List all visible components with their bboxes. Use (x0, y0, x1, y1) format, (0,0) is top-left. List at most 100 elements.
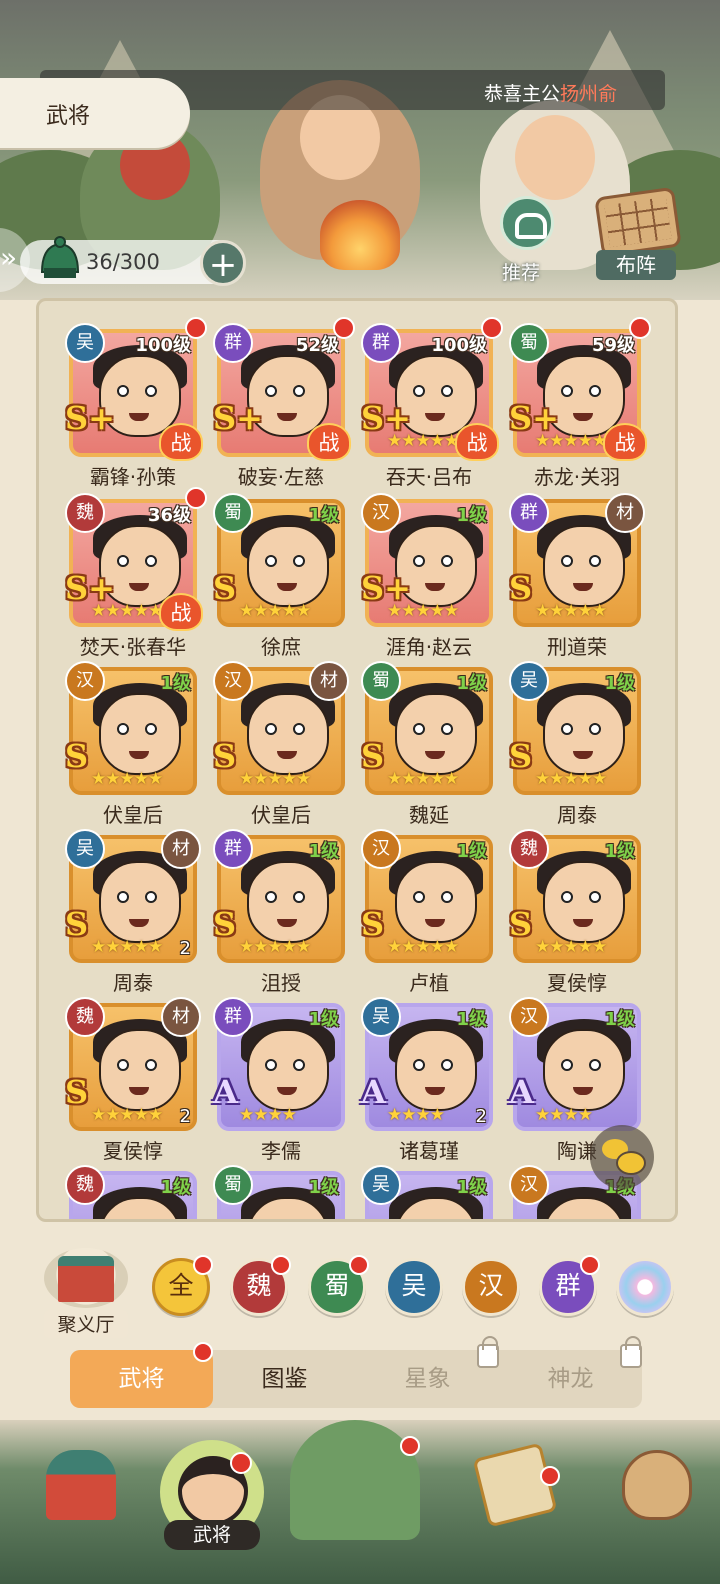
hall-building-icon (58, 1256, 114, 1302)
add-capacity-button[interactable]: + (200, 240, 246, 286)
faction-badge: 魏 (65, 1165, 105, 1205)
tab-0[interactable]: 武将 (70, 1342, 213, 1408)
faction-badge: 吴 (65, 829, 105, 869)
hero-list-panel[interactable]: 吴 100级 S+ 战霸锋·孙策群 52级 S+ 战破妄·左慈群 100级 S+ ★★★★★ 战吞天… (36, 298, 678, 1222)
hall-button[interactable]: 聚义厅 (40, 1240, 132, 1340)
hero-card[interactable]: 魏1级A (65, 1165, 197, 1219)
faction-badge: 汉 (213, 661, 253, 701)
hero-card[interactable]: 吴1级A (361, 1165, 493, 1219)
faction-badge: 魏 (65, 997, 105, 1037)
hero-level: 1级 (308, 841, 339, 862)
troop-capacity-bar: 36/300 + (20, 236, 246, 286)
hero-card[interactable]: 吴 100级 S+ 战霸锋·孙策 (65, 317, 207, 489)
tab-2[interactable]: 星象 (356, 1336, 499, 1408)
hero-card[interactable]: 汉 1级 S+ ★★★★★ 涯角·赵云 (361, 493, 493, 659)
hero-card[interactable]: 汉 1级 S ★★★★★ 卢植 (361, 829, 493, 995)
hero-stars: ★★★★ (239, 1105, 297, 1125)
in-battle-badge: 战 (159, 593, 203, 631)
hero-level: 1级 (456, 673, 487, 694)
page-title-cloud: 武将 (0, 78, 190, 148)
hero-card[interactable]: 群 1级 S ★★★★★ 沮授 (213, 829, 345, 995)
hero-card[interactable]: 群 1级 A ★★★★ 李儒 (213, 997, 345, 1163)
hero-eye (413, 385, 425, 397)
hero-eye (441, 723, 453, 735)
faction-filter-han[interactable]: 汉 (462, 1258, 520, 1316)
hero-card[interactable]: 吴 1级 S ★★★★★ 周泰 (509, 661, 641, 827)
hero-stars: ★★★★★ (535, 601, 607, 621)
hero-name: 魏延 (409, 803, 449, 827)
faction-badge: 蜀 (509, 323, 549, 363)
nav-quest[interactable] (470, 1440, 560, 1530)
hero-card[interactable]: 汉 1级 S ★★★★★ 伏皇后 (65, 661, 197, 827)
hero-card[interactable]: 魏 36级 S+ ★★★★★ 战焚天·张春华 (65, 487, 207, 659)
hero-eye (293, 385, 305, 397)
hero-card[interactable]: 群 100级 S+ ★★★★★ 战吞天·吕布 (361, 317, 503, 489)
nav-palace[interactable] (36, 1440, 126, 1530)
formation-button[interactable]: 布阵 (596, 250, 676, 280)
recommend-label[interactable]: 推荐 (502, 258, 540, 285)
material-badge: 材 (309, 661, 349, 701)
chat-bubble-icon[interactable] (590, 1125, 654, 1189)
hero-eye (413, 1059, 425, 1071)
hero-grade: S+ (213, 399, 263, 437)
nav-heroes-label[interactable]: 武将 (164, 1520, 260, 1550)
hero-level: 1级 (456, 841, 487, 862)
hero-grade: S (213, 905, 237, 943)
hero-card[interactable]: 汉 1级 A ★★★★ 陶谦 (509, 997, 641, 1163)
hero-level: 1级 (308, 505, 339, 526)
faction-filter-label: 汉 (478, 1271, 504, 1300)
hero-level: 1级 (604, 841, 635, 862)
notice-text: 恭喜主公扬州俞 (484, 79, 617, 106)
hero-card[interactable]: 群 材 S ★★★★★ 刑道荣 (509, 493, 645, 659)
formation-board-icon[interactable] (594, 186, 682, 258)
hero-card[interactable]: 魏 1级 S ★★★★★ 夏侯惇 (509, 829, 641, 995)
hero-eye (117, 723, 129, 735)
hero-card[interactable]: 蜀 1级 S ★★★★★ 魏延 (361, 661, 493, 827)
hero-grade: A (213, 1073, 238, 1111)
hero-eye (145, 1059, 157, 1071)
hero-stars: ★★★★★ (91, 1105, 163, 1125)
swirl-filter-icon[interactable] (616, 1258, 674, 1316)
hero-star-count: 2 (475, 1106, 487, 1127)
hero-level: 1级 (604, 1009, 635, 1030)
hero-level: 59级 (591, 335, 635, 356)
hero-card[interactable]: 汉 材 S ★★★★★ 伏皇后 (213, 661, 349, 827)
faction-filter-shu[interactable]: 蜀 (308, 1255, 369, 1316)
tab-label: 武将 (118, 1366, 165, 1392)
hero-eye (117, 891, 129, 903)
hero-eye (145, 385, 157, 397)
hero-name: 周泰 (557, 803, 597, 827)
hero-card[interactable]: 蜀1级A (213, 1165, 345, 1219)
hero-card[interactable]: 吴 1级 A ★★★★ 2 诸葛瑾 (361, 997, 493, 1163)
faction-filter-wu[interactable]: 吴 (385, 1258, 443, 1316)
faction-badge: 魏 (65, 493, 105, 533)
hero-eye (561, 555, 573, 567)
hero-eye (145, 555, 157, 567)
faction-badge: 汉 (361, 493, 401, 533)
hero-head (543, 525, 625, 607)
nav-expedition[interactable] (290, 1420, 420, 1540)
hero-eye (561, 1059, 573, 1071)
helmet-icon (40, 236, 80, 278)
hero-grade: S (509, 905, 533, 943)
tab-3[interactable]: 神龙 (499, 1336, 642, 1408)
hero-card[interactable]: 魏 材 S ★★★★★ 2 夏侯惇 (65, 997, 201, 1163)
tab-reddot (193, 1342, 213, 1362)
hero-grade: S (361, 905, 385, 943)
hero-card[interactable]: 蜀 1级 S ★★★★★ 徐庶 (213, 493, 345, 659)
hero-stars: ★★★★★ (91, 601, 163, 621)
quest-reddot (540, 1466, 560, 1486)
hero-card[interactable]: 吴 材 S ★★★★★ 2 周泰 (65, 829, 201, 995)
faction-filter-all[interactable]: 全 (152, 1255, 213, 1316)
hero-eye (293, 555, 305, 567)
tab-1[interactable]: 图鉴 (213, 1350, 356, 1408)
recommend-icon[interactable] (500, 196, 554, 250)
faction-filter-wei[interactable]: 魏 (230, 1255, 291, 1316)
hero-card[interactable]: 群 52级 S+ 战破妄·左慈 (213, 317, 355, 489)
hero-card[interactable]: 蜀 59级 S+ ★★★★★ 战赤龙·关羽 (509, 317, 651, 489)
faction-filter-qun[interactable]: 群 (539, 1255, 600, 1316)
faction-reddot (193, 1255, 213, 1275)
hero-level: 1级 (456, 1009, 487, 1030)
nav-bag[interactable] (612, 1440, 702, 1530)
hero-name: 伏皇后 (251, 803, 311, 827)
